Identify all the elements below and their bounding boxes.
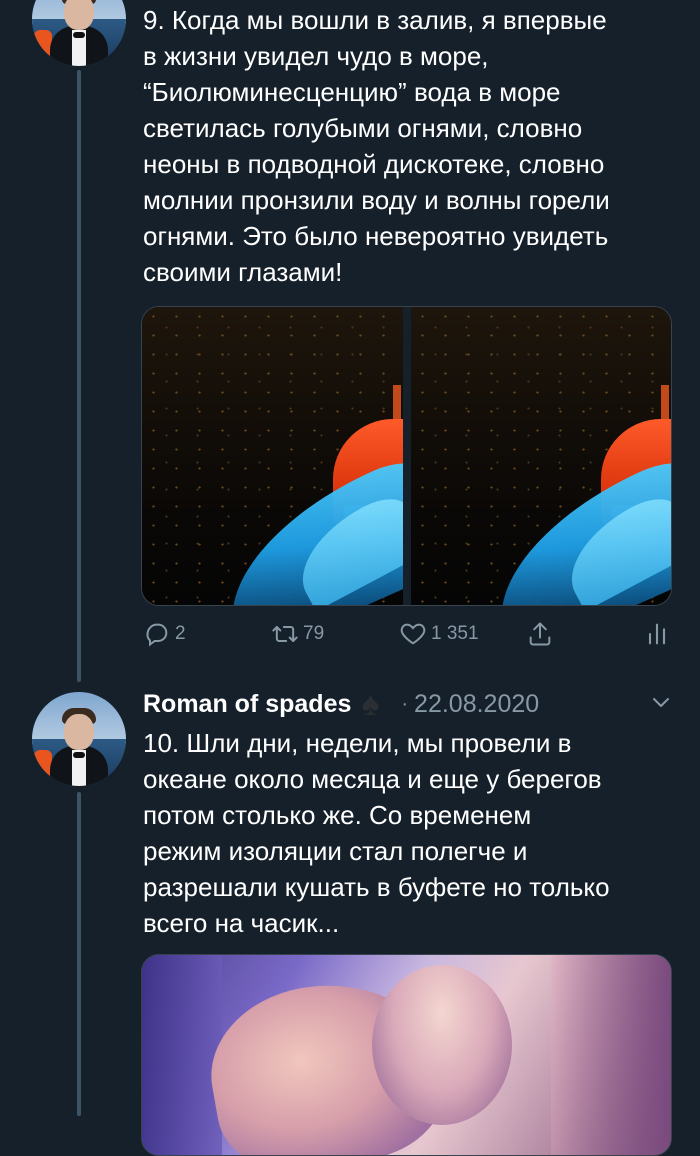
analytics-icon: [648, 623, 666, 645]
tweet-header: Roman of spades ♠ · 22.08.2020: [143, 685, 683, 723]
avatar[interactable]: [32, 0, 126, 66]
like-count: 1 351: [431, 623, 479, 644]
retweet-button[interactable]: 79: [271, 620, 324, 648]
media-photo[interactable]: [141, 954, 672, 1156]
thread-connector: [77, 70, 81, 682]
chevron-down-icon[interactable]: [649, 690, 673, 714]
tweet-text: 10. Шли дни, недели, мы провели в океане…: [143, 728, 610, 938]
author-name[interactable]: Roman of spades: [143, 690, 351, 719]
avatar[interactable]: [32, 692, 126, 786]
spade-emoji: ♠: [361, 685, 380, 723]
like-button[interactable]: 1 351: [399, 620, 479, 648]
separator-dot: ·: [401, 692, 409, 715]
share-icon: [529, 622, 551, 646]
tweet-media-grid[interactable]: [141, 306, 672, 606]
tweet-text: 9. Когда мы вошли в залив, я впервые в ж…: [143, 5, 610, 287]
reply-button[interactable]: 2: [143, 620, 186, 648]
retweet-count: 79: [303, 623, 325, 644]
media-photo[interactable]: [142, 307, 403, 605]
reply-count: 2: [175, 623, 186, 644]
share-button[interactable]: [526, 620, 554, 648]
tweet-action-bar: 2 79 1 351: [143, 620, 667, 650]
retweet-icon: [272, 626, 298, 642]
tweet-date[interactable]: 22.08.2020: [414, 690, 539, 719]
analytics-button[interactable]: [643, 620, 671, 648]
reply-icon: [146, 623, 168, 647]
thread-connector: [77, 792, 81, 1116]
media-photo[interactable]: [410, 307, 671, 605]
heart-icon: [400, 623, 426, 645]
